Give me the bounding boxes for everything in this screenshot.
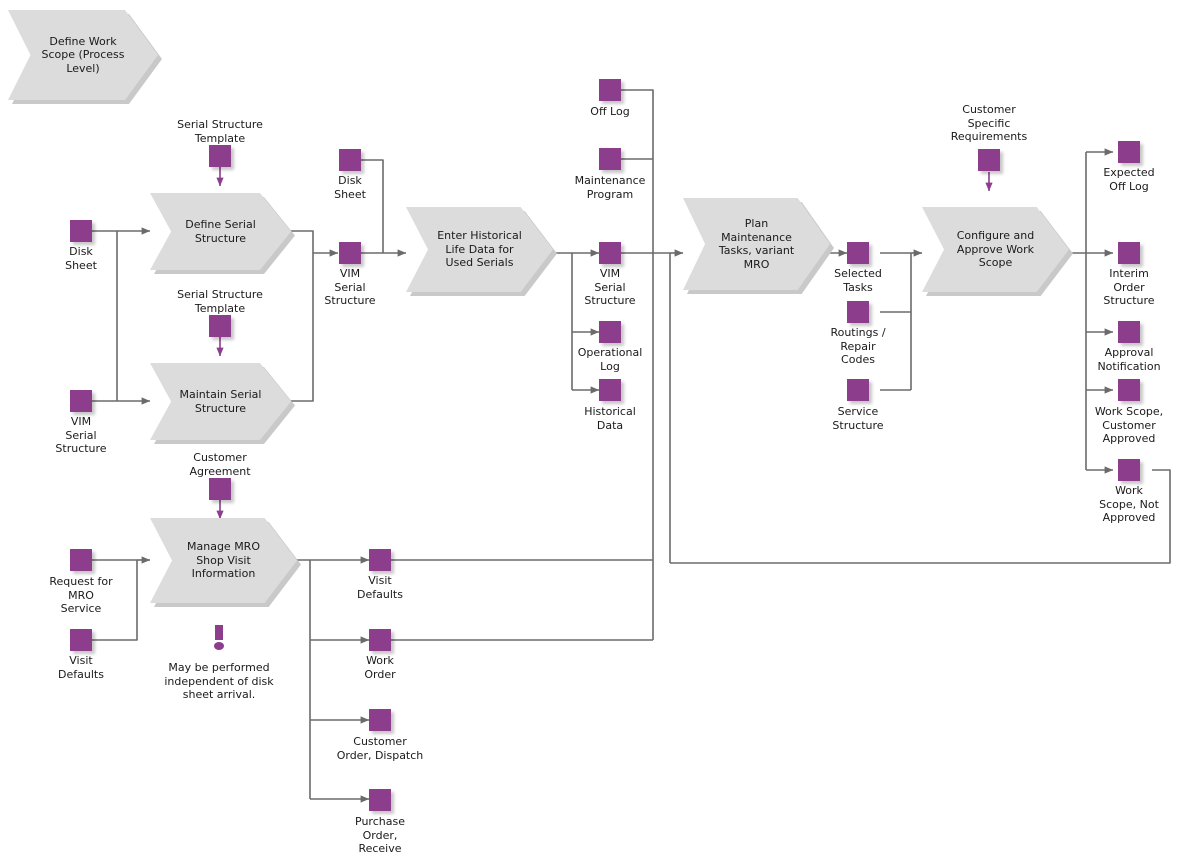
object-disk-sheet-mid[interactable] [339,149,361,171]
object-request-for-mro-service[interactable] [70,549,92,571]
banner-label: Define Work Scope (Process Level) [41,34,125,75]
process-label: Plan Maintenance Tasks, variant MRO [718,217,795,271]
object-label-request-for-mro-service: Request for MRO Service [49,575,113,615]
process-maintain-serial-structure[interactable]: Maintain Serial Structure [150,363,295,444]
object-label-visit-defaults-output: Visit Defaults [357,574,403,601]
object-vim-serial-structure-out[interactable] [599,242,621,264]
object-service-structure[interactable] [847,379,869,401]
object-routings-repair-codes[interactable] [847,301,869,323]
object-label-maintenance-program: Maintenance Program [574,174,646,201]
object-selected-tasks[interactable] [847,242,869,264]
object-operational-log[interactable] [599,321,621,343]
object-label-work-scope-customer-approved: Work Scope, Customer Approved [1094,405,1164,445]
object-label-interim-order-structure: Interim Order Structure [1103,267,1155,307]
object-work-order[interactable] [369,629,391,651]
object-label-customer-order-dispatch: Customer Order, Dispatch [336,735,424,762]
object-disk-sheet-input[interactable] [70,220,92,242]
object-label-customer-agreement: Customer Agreement [189,451,251,478]
object-label-selected-tasks: Selected Tasks [834,267,882,294]
process-label: Configure and Approve Work Scope [956,229,1035,270]
note-independent-of-disk-sheet: May be performed independent of disk she… [164,661,274,701]
process-define-serial-structure[interactable]: Define Serial Structure [150,193,295,274]
process-label: Manage MRO Shop Visit Information [187,540,260,581]
process-flow-diagram: Define Work Scope (Process Level) Define… [0,0,1191,868]
process-label: Maintain Serial Structure [179,388,262,415]
object-serial-structure-template-2[interactable] [209,315,231,337]
exclamation-dot [214,642,224,650]
object-vim-serial-structure-mid[interactable] [339,242,361,264]
object-label-service-structure: Service Structure [832,405,884,432]
process-label: Define Serial Structure [185,218,256,245]
object-vim-serial-structure-input[interactable] [70,390,92,412]
process-label: Enter Historical Life Data for Used Seri… [437,229,522,270]
object-label-off-log: Off Log [590,105,630,118]
object-approval-notification[interactable] [1118,321,1140,343]
exclamation-icon [214,625,224,650]
object-serial-structure-template-1[interactable] [209,145,231,167]
object-label-vim-serial-structure-mid: VIM Serial Structure [324,267,376,307]
exclamation-bar [215,625,223,640]
object-label-vim-serial-structure-input: VIM Serial Structure [55,415,107,455]
object-label-historical-data: Historical Data [584,405,636,432]
object-label-approval-notification: Approval Notification [1097,346,1161,373]
object-work-scope-not-approved[interactable] [1118,459,1140,481]
process-configure-approve-work-scope[interactable]: Configure and Approve Work Scope [922,207,1073,296]
object-interim-order-structure[interactable] [1118,242,1140,264]
object-label-work-scope-not-approved: Work Scope, Not Approved [1099,484,1159,524]
object-historical-data[interactable] [599,379,621,401]
object-label-routings-repair-codes: Routings / Repair Codes [830,326,886,366]
object-label-operational-log: Operational Log [577,346,643,373]
object-customer-agreement[interactable] [209,478,231,500]
object-label-serial-structure-template-2: Serial Structure Template [177,288,263,315]
object-customer-order-dispatch[interactable] [369,709,391,731]
object-label-work-order: Work Order [364,654,396,681]
object-expected-off-log[interactable] [1118,141,1140,163]
object-label-purchase-order-receive: Purchase Order, Receive [355,815,405,855]
object-work-scope-customer-approved[interactable] [1118,379,1140,401]
object-customer-specific-requirements[interactable] [978,149,1000,171]
object-label-customer-specific-requirements: Customer Specific Requirements [950,103,1028,143]
process-manage-mro-shop-visit-information[interactable]: Manage MRO Shop Visit Information [150,518,301,607]
object-label-vim-serial-structure-out: VIM Serial Structure [584,267,636,307]
process-banner-define-work-scope[interactable]: Define Work Scope (Process Level) [8,10,162,104]
object-purchase-order-receive[interactable] [369,789,391,811]
object-label-visit-defaults-input: Visit Defaults [58,654,104,681]
object-label-serial-structure-template-1: Serial Structure Template [177,118,263,145]
object-label-disk-sheet-mid: Disk Sheet [334,174,366,201]
object-off-log[interactable] [599,79,621,101]
object-label-expected-off-log: Expected Off Log [1103,166,1155,193]
object-maintenance-program[interactable] [599,148,621,170]
object-visit-defaults-output[interactable] [369,549,391,571]
object-label-disk-sheet-input: Disk Sheet [65,245,97,272]
process-enter-historical-life-data[interactable]: Enter Historical Life Data for Used Seri… [406,207,557,296]
object-visit-defaults-input[interactable] [70,629,92,651]
